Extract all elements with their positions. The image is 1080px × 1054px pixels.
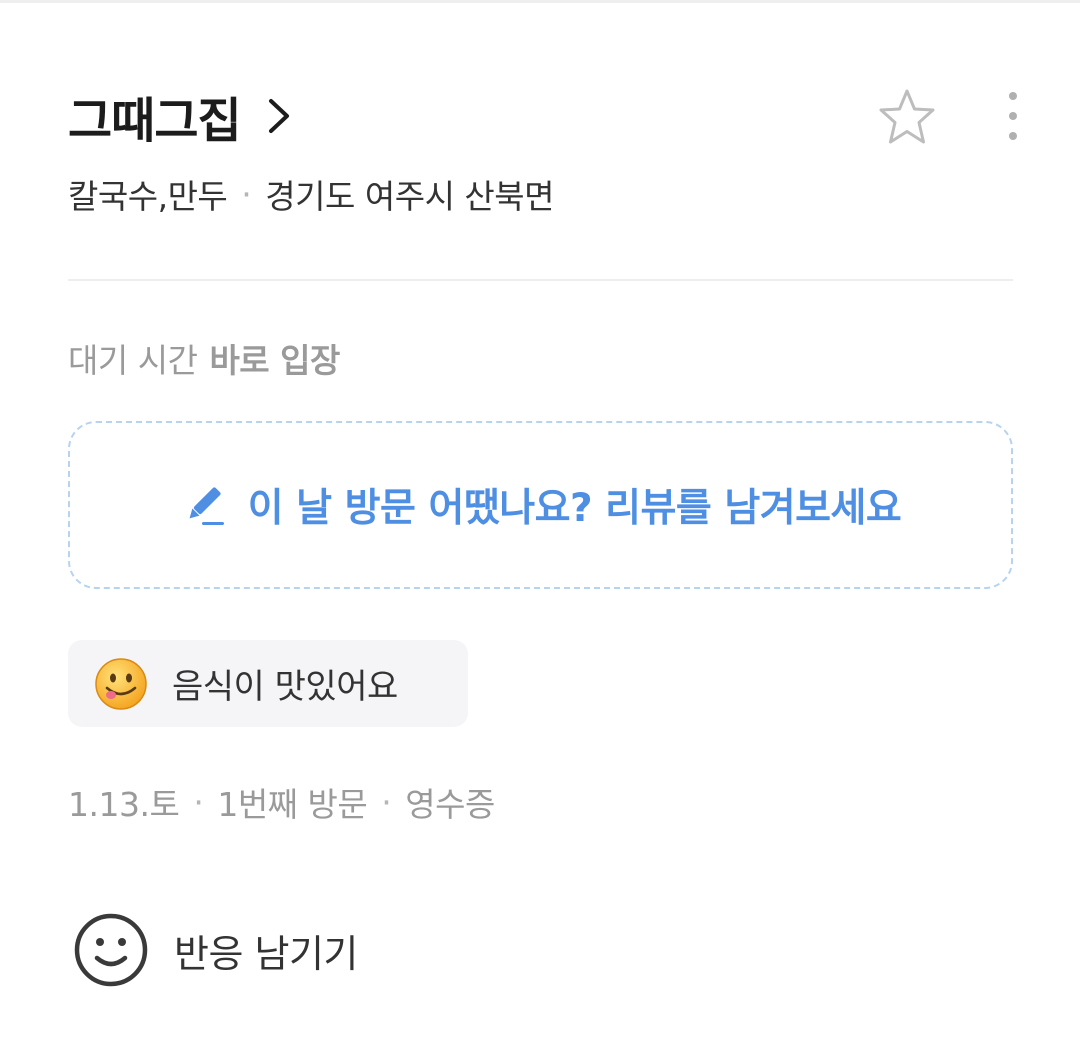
wait-time-label: 대기 시간 (68, 341, 198, 380)
chevron-right-icon (267, 96, 295, 136)
leave-reaction-label: 반응 남기기 (174, 931, 358, 976)
wait-time: 대기 시간 바로 입장 (68, 334, 340, 382)
star-outline-icon (876, 87, 938, 151)
place-location: 경기도 여주시 산북면 (265, 177, 555, 216)
write-review-button[interactable]: 이 날 방문 어땠나요? 리뷰를 남겨보세요 (68, 421, 1013, 589)
place-title-link[interactable]: 그때그집 (68, 84, 295, 149)
visit-meta: 1.13.토 · 1번째 방문 · 영수증 (68, 778, 495, 826)
review-tag-label: 음식이 맛있어요 (172, 667, 398, 707)
place-name: 그때그집 (68, 93, 242, 149)
leave-reaction-button[interactable]: 반응 남기기 (72, 910, 358, 990)
more-vertical-icon (1007, 90, 1019, 146)
write-review-prompt: 이 날 방문 어땠나요? 리뷰를 남겨보세요 (247, 486, 902, 531)
top-border (0, 0, 1080, 3)
wait-time-value: 바로 입장 (209, 341, 340, 380)
smiley-icon (72, 911, 150, 989)
review-tag-chip: 음식이 맛있어요 (68, 640, 468, 727)
visit-verification: 영수증 (405, 785, 495, 824)
separator-dot: · (381, 782, 392, 822)
visit-date: 1.13.토 (68, 785, 180, 824)
place-category: 칼국수,만두 (68, 177, 228, 216)
more-options-button[interactable] (996, 90, 1030, 146)
favorite-button[interactable] (874, 88, 940, 150)
divider (68, 279, 1013, 281)
separator-dot: · (241, 174, 252, 214)
yummy-face-emoji-icon (94, 657, 148, 711)
place-subtitle: 칼국수,만두 · 경기도 여주시 산북면 (68, 170, 555, 218)
pencil-icon (180, 482, 226, 528)
visit-count: 1번째 방문 (217, 785, 368, 824)
separator-dot: · (193, 782, 204, 822)
